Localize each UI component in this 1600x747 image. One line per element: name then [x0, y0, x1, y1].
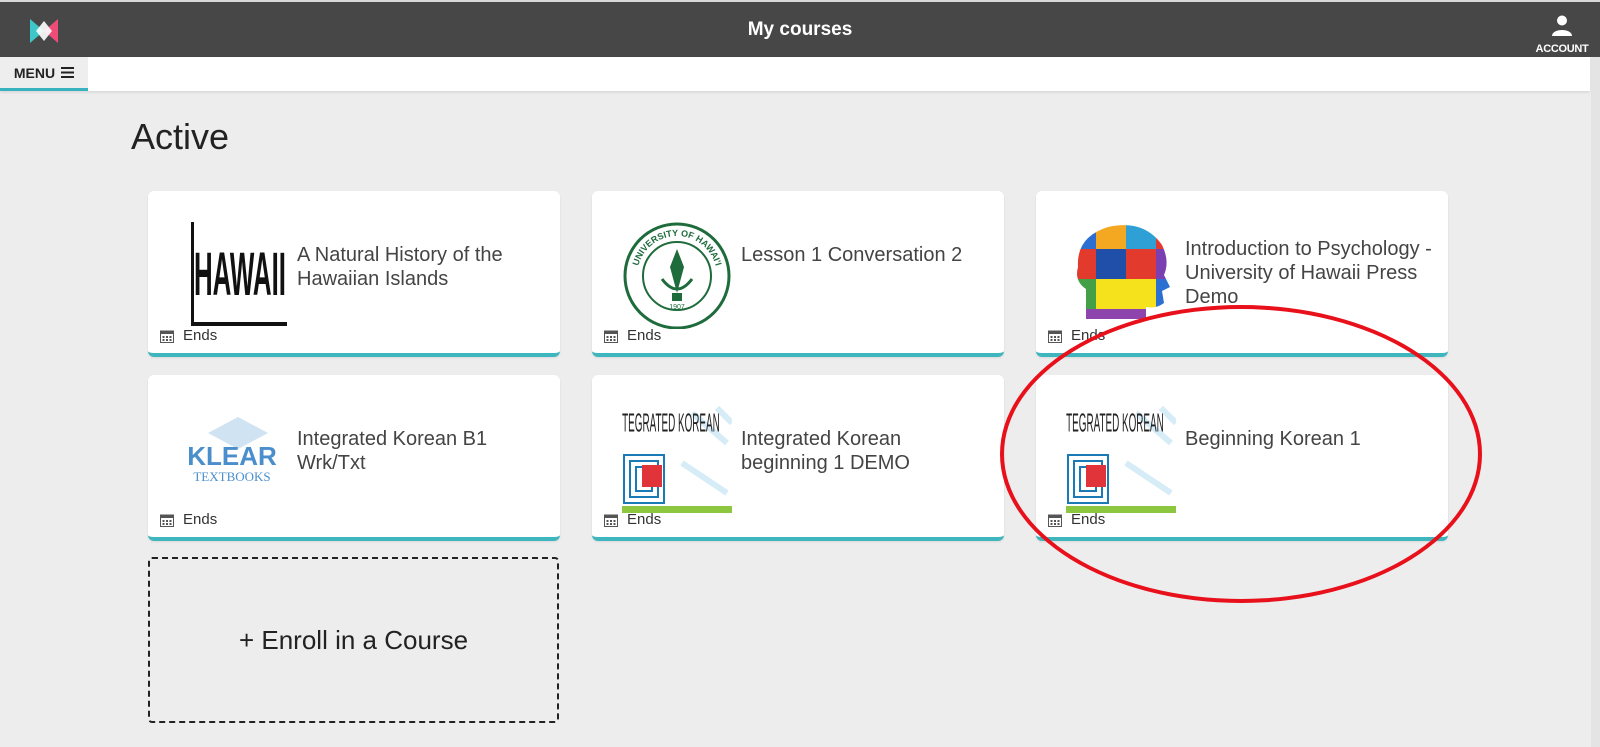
section-title-active: Active — [131, 116, 230, 157]
menu-bar: MENU — [0, 57, 1590, 91]
course-title[interactable]: Introduction to Psychology - University … — [1185, 237, 1435, 309]
account-button[interactable]: ACCOUNT — [1534, 14, 1590, 55]
menu-button[interactable]: MENU — [0, 57, 88, 91]
course-thumbnail-hawaii: HAWAII — [178, 219, 288, 329]
course-thumbnail-seal: UNIVERSITY OF HAWAI'I 1907 — [622, 219, 732, 329]
course-card[interactable]: KLEAR TEXTBOOKS Integrated Korean B1 Wrk… — [148, 375, 560, 541]
course-title[interactable]: A Natural History of the Hawaiian Island… — [297, 243, 547, 291]
course-title[interactable]: Integrated Korean B1 Wrk/Txt — [297, 427, 547, 475]
course-thumbnail-puzzle-head — [1066, 219, 1176, 329]
course-end-label: Ends — [183, 327, 218, 344]
course-end-label: Ends — [627, 327, 662, 344]
hamburger-icon — [61, 67, 75, 78]
thumb-text: INTEGRATED KOREAN — [622, 409, 720, 438]
calendar-icon — [1048, 330, 1062, 343]
calendar-icon — [1048, 514, 1062, 527]
user-icon — [1552, 15, 1572, 36]
course-card[interactable]: HAWAII A Natural History of the Hawaiian… — [148, 191, 560, 357]
thumb-text: HAWAII — [194, 241, 286, 309]
course-card[interactable]: Introduction to Psychology - University … — [1036, 191, 1448, 357]
course-end-label: Ends — [627, 511, 662, 528]
enroll-course-button[interactable]: + Enroll in a Course — [148, 557, 559, 723]
calendar-icon — [160, 330, 174, 343]
course-end-label: Ends — [183, 511, 218, 528]
account-label: ACCOUNT — [1535, 43, 1589, 55]
seal-year: 1907 — [669, 304, 685, 311]
thumb-subtext: TEXTBOOKS — [193, 469, 270, 484]
thumb-text: INTEGRATED KOREAN — [1066, 409, 1164, 438]
course-title[interactable]: Beginning Korean 1 — [1185, 427, 1435, 451]
course-footer: Ends — [160, 327, 217, 344]
menu-label: MENU — [13, 64, 56, 81]
course-footer: Ends — [604, 327, 661, 344]
course-footer: Ends — [1048, 511, 1105, 528]
course-footer: Ends — [1048, 327, 1105, 344]
thumb-text: KLEAR — [187, 441, 277, 471]
course-card[interactable]: UNIVERSITY OF HAWAI'I 1907 Lesson 1 Conv… — [592, 191, 1004, 357]
course-title[interactable]: Lesson 1 Conversation 2 — [741, 243, 991, 267]
course-footer: Ends — [604, 511, 661, 528]
calendar-icon — [604, 514, 618, 527]
course-card[interactable]: INTEGRATED KOREAN Integrated Korean begi… — [592, 375, 1004, 541]
enroll-label: + Enroll in a Course — [238, 624, 469, 655]
page-title: My courses — [747, 19, 853, 40]
top-bar: My courses ACCOUNT — [0, 0, 1600, 57]
course-thumbnail-integrated-korean: INTEGRATED KOREAN — [1066, 403, 1176, 513]
course-end-label: Ends — [1071, 327, 1106, 344]
course-title[interactable]: Integrated Korean beginning 1 DEMO — [741, 427, 991, 475]
course-end-label: Ends — [1071, 511, 1106, 528]
course-thumbnail-klear: KLEAR TEXTBOOKS — [178, 403, 288, 513]
page-scrollbar[interactable] — [1591, 57, 1600, 747]
course-thumbnail-integrated-korean: INTEGRATED KOREAN — [622, 403, 732, 513]
calendar-icon — [604, 330, 618, 343]
course-card[interactable]: INTEGRATED KOREAN Beginning Korean 1 End… — [1036, 375, 1448, 541]
course-footer: Ends — [160, 511, 217, 528]
calendar-icon — [160, 514, 174, 527]
